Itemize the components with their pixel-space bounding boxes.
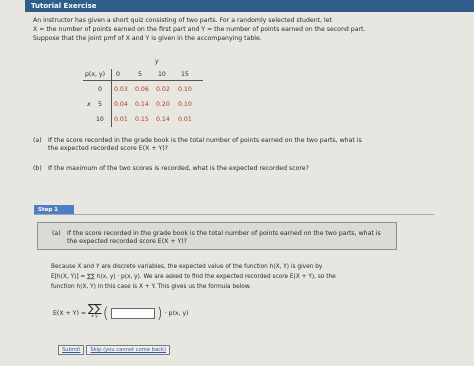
problem-line: X = the number of points earned on the f… [33,26,366,33]
x-value-label: 0 [98,86,102,93]
sum-symbol: ∑∑ [88,302,102,315]
pmf-cell: 0.10 [178,101,192,108]
step-divider [34,214,434,215]
step-question-line: the expected recorded score E(X + Y)? [67,238,187,245]
step-question-tag: (a) [52,230,61,237]
x-value-label: 10 [96,116,104,123]
y-value-header: 0 [116,71,120,78]
joint-pmf-table: y p(x, y) 0 5 10 15 x 0 0.03 0.06 0.02 0… [83,58,233,128]
x-value-label: 5 [98,101,102,108]
question-b-line: If the maximum of the two scores is reco… [48,165,309,172]
answer-input[interactable] [110,307,155,319]
question-a-line: If the score recorded in the grade book … [48,137,362,144]
question-a: (a) If the score recorded in the grade b… [33,137,362,153]
pmf-cell: 0.20 [156,101,170,108]
y-value-header: 5 [138,71,142,78]
pmf-cell: 0.15 [135,116,149,123]
pmf-cell: 0.10 [178,86,192,93]
problem-statement: An instructor has given a short quiz con… [33,16,433,43]
pmf-cell: 0.14 [135,101,149,108]
pmf-cell: 0.06 [135,86,149,93]
question-a-line: the expected recorded score E(X + Y)? [48,145,168,152]
table-divider-horizontal [83,80,203,81]
question-a-tag: (a) [33,137,42,144]
explanation-line: Because X and Y are discrete variables, … [51,264,323,270]
pmf-cell: 0.03 [114,86,128,93]
problem-line: An instructor has given a short quiz con… [33,17,332,24]
problem-line: Suppose that the joint pmf of X and Y is… [33,35,262,42]
step-question-line: If the score recorded in the grade book … [67,230,381,237]
pmf-cell: 0.14 [156,116,170,123]
pmf-corner-label: p(x, y) [85,71,106,78]
pmf-cell: 0.01 [178,116,192,123]
expectation-formula: E(X + Y) = ∑∑ x y ( ) · p(x, y) [53,302,189,322]
x-variable-label: x [87,101,91,108]
pmf-cell: 0.04 [114,101,128,108]
explanation-line: E[h(X, Y)] = ∑∑ h(x, y) · p(x, y). We ar… [51,274,336,280]
tutorial-header: Tutorial Exercise [25,0,474,12]
pmf-cell: 0.01 [114,116,128,123]
explanation-line: function h(X, Y) in this case is X + Y. … [51,284,251,290]
formula-rhs: · p(x, y) [164,309,189,317]
skip-button[interactable]: Skip (you cannot come back) [86,345,171,355]
table-divider-vertical [111,69,112,127]
tutorial-page: Tutorial Exercise An instructor has give… [0,0,474,366]
step-question: (a) If the score recorded in the grade b… [52,230,381,246]
question-b-tag: (b) [33,165,42,172]
action-buttons: Submit Skip (you cannot come back) [58,345,171,355]
close-paren: ) [156,304,163,322]
y-value-header: 15 [181,71,189,78]
step-question-box: (a) If the score recorded in the grade b… [37,222,397,250]
question-b: (b) If the maximum of the two scores is … [33,165,309,173]
submit-button[interactable]: Submit [58,345,85,355]
y-value-header: 10 [158,71,166,78]
y-variable-label: y [155,58,159,65]
pmf-cell: 0.02 [156,86,170,93]
double-sum: ∑∑ x y [88,302,102,321]
sum-subscripts: x y [91,314,98,319]
formula-lhs: E(X + Y) = [53,309,87,317]
step-explanation: Because X and Y are discrete variables, … [51,262,411,292]
open-paren: ( [102,304,109,322]
